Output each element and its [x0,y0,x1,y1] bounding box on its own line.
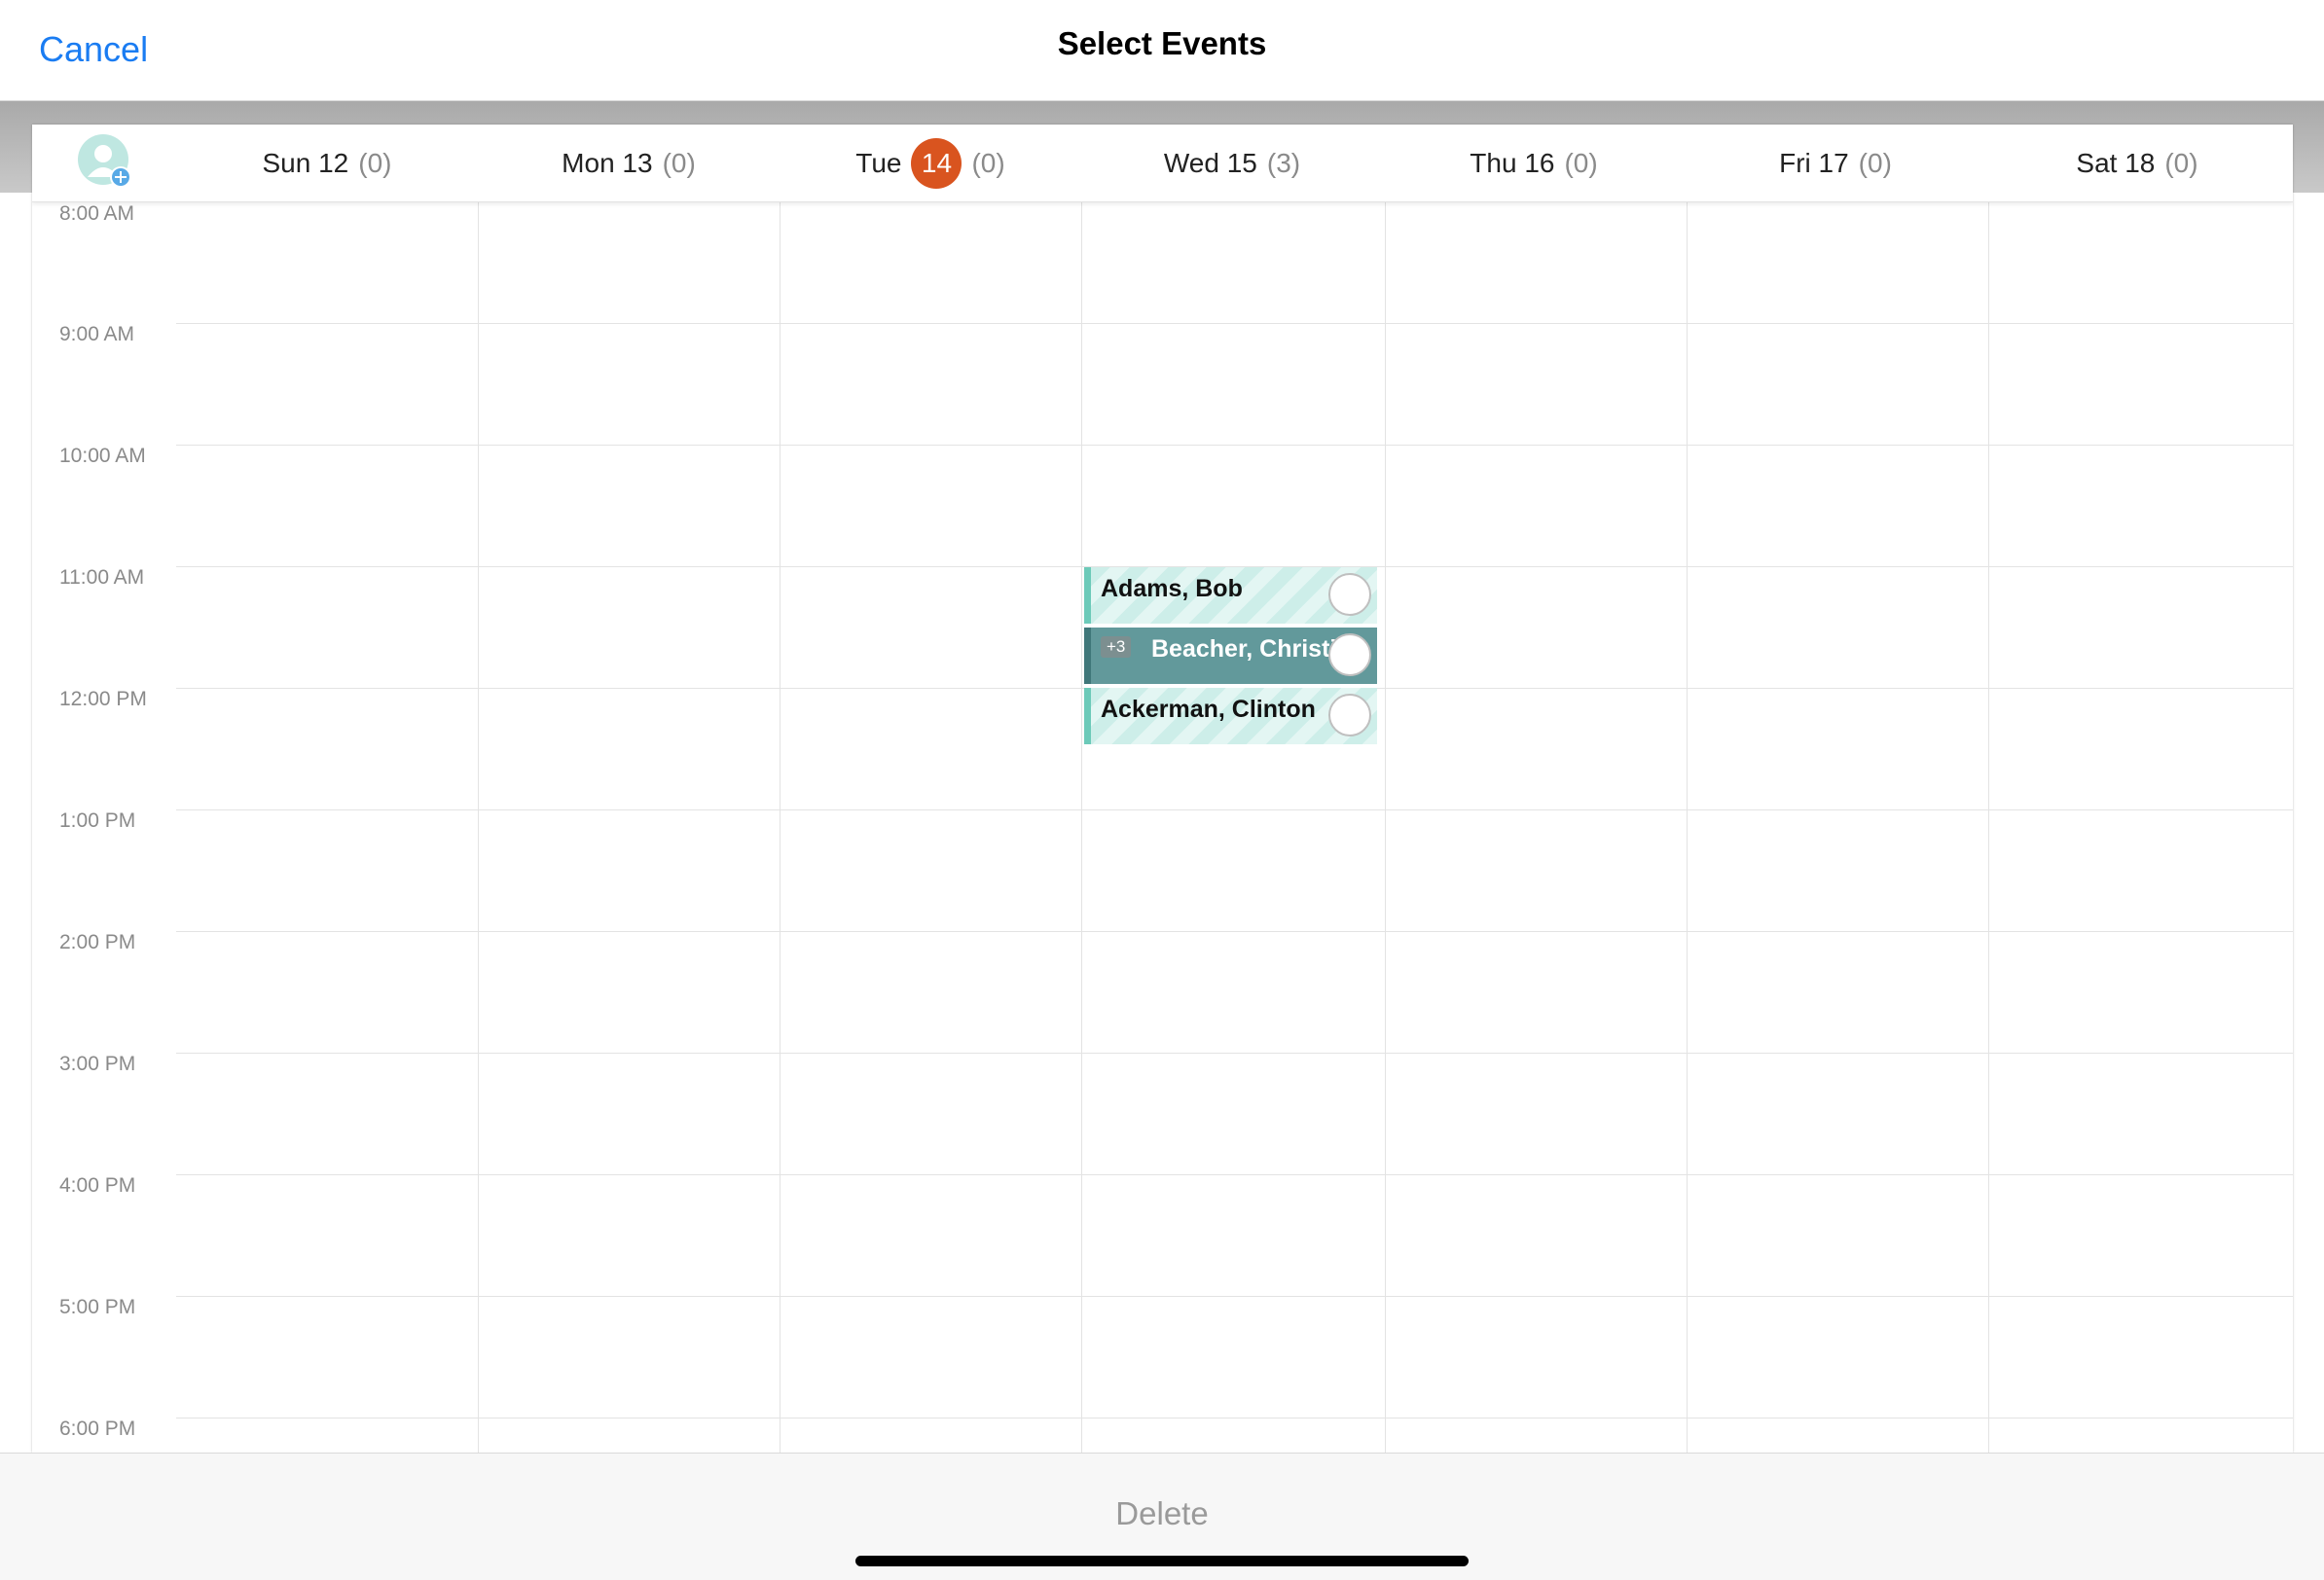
hour-line [176,1296,2293,1297]
time-label: 8:00 AM [59,202,135,225]
week-calendar: Sun 12 (0) Mon 13 (0) Tue 14 (0) Wed 15 … [32,125,2293,1453]
time-label: 4:00 PM [59,1174,136,1197]
event-title: Ackerman, Clinton [1101,696,1316,723]
day-header-sat[interactable]: Sat 18 (0) [1986,125,2288,201]
day-header-mon[interactable]: Mon 13 (0) [478,125,780,201]
select-checkbox[interactable] [1328,633,1371,676]
event-title: Adams, Bob [1101,575,1243,602]
select-checkbox[interactable] [1328,573,1371,616]
event-ackerman-clinton[interactable]: Ackerman, Clinton [1084,688,1377,744]
event-count: (0) [358,147,392,178]
hour-line [176,931,2293,932]
time-label: 9:00 AM [59,323,135,345]
day-label: Mon 13 [562,147,653,178]
time-label: 6:00 PM [59,1418,136,1440]
today-badge: 14 [911,137,962,189]
day-divider [780,202,781,1453]
select-checkbox[interactable] [1328,694,1371,736]
home-indicator [855,1556,1469,1566]
event-count: (0) [2164,147,2198,178]
time-label: 2:00 PM [59,931,136,953]
event-count: (3) [1266,147,1301,178]
day-header-thu[interactable]: Thu 16 (0) [1383,125,1685,201]
day-header-sun[interactable]: Sun 12 (0) [176,125,478,201]
day-label: Fri 17 [1779,147,1849,178]
event-title: Beacher, Christi [1151,635,1337,663]
delete-button[interactable]: Delete [0,1495,2324,1532]
day-label: Sat 18 [2076,147,2156,178]
event-adams-bob[interactable]: Adams, Bob [1084,567,1377,624]
day-label: Sun 12 [262,147,349,178]
day-header-wed[interactable]: Wed 15 (3) [1081,125,1383,201]
time-label: 5:00 PM [59,1296,136,1318]
time-label: 12:00 PM [59,688,147,710]
time-label: 10:00 AM [59,445,146,467]
day-header-fri[interactable]: Fri 17 (0) [1685,125,1986,201]
day-label: Wed 15 [1163,147,1257,178]
hour-line [176,445,2293,446]
event-beacher-christi[interactable]: +3 Beacher, Christi [1084,628,1377,684]
add-user-icon[interactable] [78,134,132,189]
bottom-toolbar: Delete [0,1453,2324,1580]
event-count: (0) [971,147,1005,178]
day-label: Tue [855,147,902,178]
day-divider [1687,202,1688,1453]
hour-line [176,809,2293,810]
hour-line [176,1053,2293,1054]
day-label: Thu 16 [1470,147,1555,178]
event-count: (0) [1564,147,1598,178]
time-grid[interactable]: 8:00 AM 9:00 AM 10:00 AM 11:00 AM 12:00 … [32,202,2293,1453]
day-divider [478,202,479,1453]
time-label: 11:00 AM [59,566,145,589]
hour-line [176,1174,2293,1175]
page-title: Select Events [1057,25,1267,61]
day-divider [1081,202,1082,1453]
hour-line [176,323,2293,324]
day-divider [1988,202,1989,1453]
event-count: (0) [1858,147,1892,178]
time-label: 3:00 PM [59,1053,136,1075]
nav-bar: Cancel Select Events [0,0,2324,101]
event-count: (0) [662,147,696,178]
day-header-row: Sun 12 (0) Mon 13 (0) Tue 14 (0) Wed 15 … [32,125,2293,202]
day-header-tue[interactable]: Tue 14 (0) [780,125,1081,201]
time-label: 1:00 PM [59,809,136,832]
day-divider [1385,202,1386,1453]
overlap-count-badge: +3 [1101,636,1132,658]
